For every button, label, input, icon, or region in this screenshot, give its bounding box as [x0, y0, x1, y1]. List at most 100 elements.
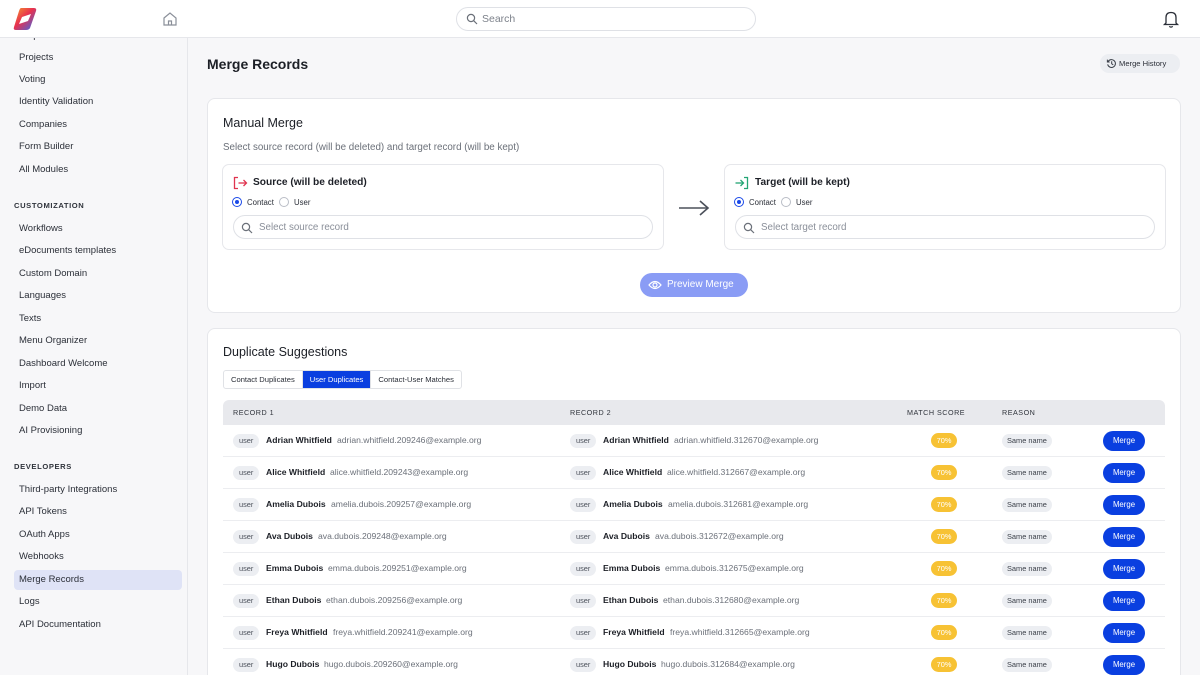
merge-button[interactable]: Merge — [1103, 495, 1145, 515]
target-user-radio[interactable] — [781, 197, 791, 207]
target-contact-radio[interactable] — [734, 197, 744, 207]
target-user-label: User — [796, 198, 813, 207]
record1-name: Ethan Dubois — [266, 595, 322, 605]
tab-contact-user-matches[interactable]: Contact-User Matches — [371, 371, 461, 388]
record2-name: Ethan Dubois — [603, 595, 659, 605]
sidebar-item-helpdesk[interactable]: Helpdesk — [14, 38, 182, 46]
source-contact-radio[interactable] — [232, 197, 242, 207]
record2-type-badge: user — [570, 658, 597, 672]
reason-badge: Same name — [1002, 562, 1052, 576]
target-record-input[interactable] — [761, 219, 1141, 235]
home-icon[interactable] — [161, 10, 179, 28]
match-score-badge: 70% — [931, 657, 957, 672]
search-icon — [241, 222, 253, 234]
source-user-radio[interactable] — [279, 197, 289, 207]
merge-button[interactable]: Merge — [1103, 431, 1145, 451]
record1-email: ava.dubois.209248@example.org — [318, 531, 447, 541]
record1-email: hugo.dubois.209260@example.org — [324, 659, 458, 669]
record1-type-badge: user — [233, 530, 260, 544]
sidebar-item-languages[interactable]: Languages — [14, 286, 182, 306]
sidebar-item-import[interactable]: Import — [14, 376, 182, 396]
merge-history-button[interactable]: Merge History — [1100, 54, 1180, 73]
reason-badge: Same name — [1002, 466, 1052, 480]
record1-type-badge: user — [233, 498, 260, 512]
record1-type-badge: user — [233, 626, 260, 640]
table-row: user Ava Dubois ava.dubois.209248@example.… — [223, 521, 1165, 553]
sidebar-item-texts[interactable]: Texts — [14, 309, 182, 329]
record2-name: Hugo Dubois — [603, 659, 657, 669]
sidebar-item-companies[interactable]: Companies — [14, 115, 182, 135]
sidebar-item-api-tokens[interactable]: API Tokens — [14, 502, 182, 522]
merge-button[interactable]: Merge — [1103, 527, 1145, 547]
record2-type-badge: user — [570, 594, 597, 608]
record1-name: Hugo Dubois — [266, 659, 320, 669]
match-score-badge: 70% — [931, 593, 957, 608]
source-record-select[interactable] — [233, 215, 653, 239]
merge-button[interactable]: Merge — [1103, 463, 1145, 483]
record1-type-badge: user — [233, 594, 260, 608]
sidebar-item-api-documentation[interactable]: API Documentation — [14, 615, 182, 635]
source-record-input[interactable] — [259, 219, 639, 235]
brand-logo[interactable] — [12, 7, 38, 31]
record2-email: ava.dubois.312672@example.org — [655, 531, 784, 541]
record1-name: Emma Dubois — [266, 563, 324, 573]
record1-email: adrian.whitfield.209246@example.org — [337, 435, 482, 445]
top-bar — [0, 0, 1200, 38]
sidebar-item-logs[interactable]: Logs — [14, 592, 182, 612]
sidebar-item-custom-domain[interactable]: Custom Domain — [14, 264, 182, 284]
sidebar-item-ai-provisioning[interactable]: AI Provisioning — [14, 421, 182, 441]
merge-button[interactable]: Merge — [1103, 655, 1145, 675]
search-icon — [743, 222, 755, 234]
tab-user-duplicates[interactable]: User Duplicates — [302, 371, 372, 388]
table-row: user Ethan Dubois ethan.dubois.209256@exam… — [223, 585, 1165, 617]
record2-type-badge: user — [570, 466, 597, 480]
record1-name: Ava Dubois — [266, 531, 313, 541]
merge-button[interactable]: Merge — [1103, 591, 1145, 611]
tab-contact-duplicates[interactable]: Contact Duplicates — [224, 371, 303, 388]
record2-type-badge: user — [570, 434, 597, 448]
record1-type-badge: user — [233, 658, 260, 672]
match-score-badge: 70% — [931, 497, 957, 512]
record1-type-badge: user — [233, 434, 260, 448]
sidebar-item-projects[interactable]: Projects — [14, 48, 182, 68]
merge-button[interactable]: Merge — [1103, 559, 1145, 579]
column-header-match-score: MATCH SCORE — [907, 408, 966, 417]
sidebar-item-dashboard-welcome[interactable]: Dashboard Welcome — [14, 354, 182, 374]
sidebar-heading-customization: CUSTOMIZATION — [14, 201, 85, 210]
sidebar-item-webhooks[interactable]: Webhooks — [14, 547, 182, 567]
preview-merge-button[interactable]: Preview Merge — [640, 273, 748, 297]
sidebar-item-edocuments-templates[interactable]: eDocuments templates — [14, 241, 182, 261]
record1-name: Freya Whitfield — [266, 627, 328, 637]
sidebar-item-identity-validation[interactable]: Identity Validation — [14, 92, 182, 112]
record1-email: emma.dubois.209251@example.org — [328, 563, 467, 573]
sidebar-item-third-party-integrations[interactable]: Third-party Integrations — [14, 480, 182, 500]
sidebar-item-demo-data[interactable]: Demo Data — [14, 399, 182, 419]
global-search[interactable] — [456, 7, 756, 31]
sidebar-item-menu-organizer[interactable]: Menu Organizer — [14, 331, 182, 351]
sidebar-item-all-modules[interactable]: All Modules — [14, 160, 182, 180]
column-header-record2: RECORD 2 — [570, 408, 612, 417]
history-icon — [1106, 59, 1116, 68]
sidebar-item-oauth-apps[interactable]: OAuth Apps — [14, 525, 182, 545]
target-record-select[interactable] — [735, 215, 1155, 239]
record2-email: adrian.whitfield.312670@example.org — [674, 435, 819, 445]
sidebar-item-workflows[interactable]: Workflows — [14, 219, 182, 239]
sidebar-item-merge-records[interactable]: Merge Records — [14, 570, 182, 590]
table-row: user Emma Dubois emma.dubois.209251@exampl… — [223, 553, 1165, 585]
record2-email: freya.whitfield.312665@example.org — [670, 627, 810, 637]
sidebar-item-voting[interactable]: Voting — [14, 70, 182, 90]
bell-icon[interactable] — [1162, 9, 1180, 29]
match-score-badge: 70% — [931, 625, 957, 640]
source-contact-label: Contact — [247, 198, 274, 207]
source-panel: Source (will be deleted) Contact User — [222, 164, 664, 250]
search-input[interactable] — [482, 10, 742, 28]
reason-badge: Same name — [1002, 530, 1052, 544]
merge-button[interactable]: Merge — [1103, 623, 1145, 643]
search-icon — [466, 13, 478, 25]
reason-badge: Same name — [1002, 594, 1052, 608]
record1-email: ethan.dubois.209256@example.org — [326, 595, 463, 605]
sidebar-item-form-builder[interactable]: Form Builder — [14, 137, 182, 157]
record2-email: alice.whitfield.312667@example.org — [667, 467, 806, 477]
manual-merge-subtitle: Select source record (will be deleted) a… — [223, 142, 520, 153]
target-enter-icon — [735, 176, 749, 190]
